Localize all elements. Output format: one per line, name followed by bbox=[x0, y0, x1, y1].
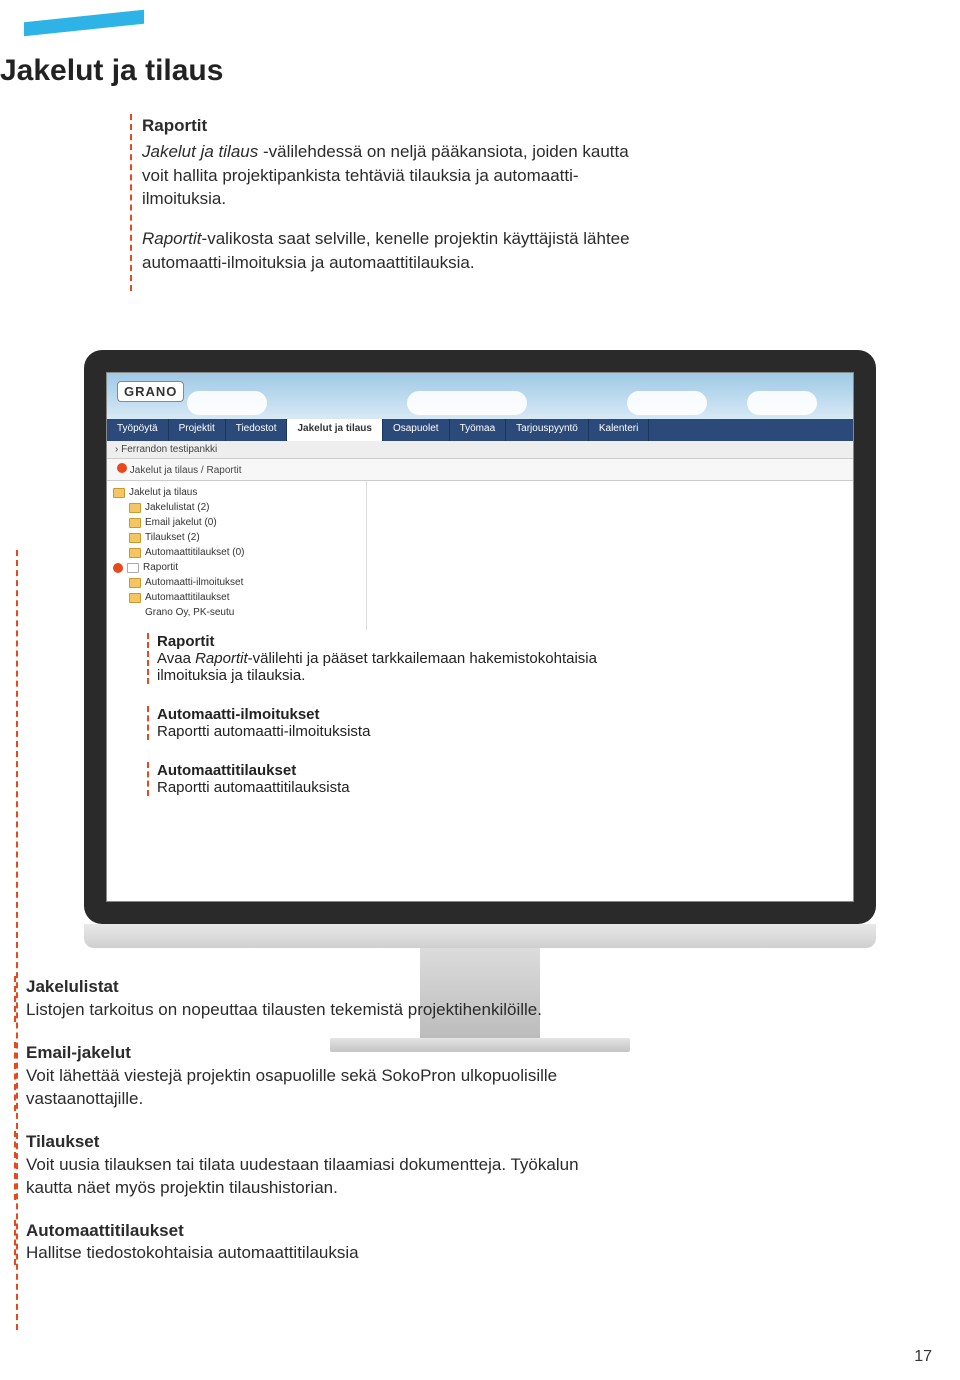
intro-p1: Jakelut ja tilaus -välilehdessä on neljä… bbox=[142, 140, 650, 211]
sec-text: Hallitse tiedostokohtaisia automaattitil… bbox=[26, 1242, 584, 1265]
tab-osapuolet[interactable]: Osapuolet bbox=[383, 419, 450, 441]
overlay-text: Avaa Raportit-välilehti ja pääset tarkka… bbox=[157, 650, 647, 684]
tree-label: Raportit bbox=[143, 562, 178, 573]
overlay-heading: Raportit bbox=[157, 633, 647, 650]
folder-icon bbox=[129, 548, 141, 558]
app-logo: GRANO bbox=[117, 381, 184, 402]
tree-item[interactable]: Automaattitilaukset (0) bbox=[113, 545, 366, 560]
tab-tiedostot[interactable]: Tiedostot bbox=[226, 419, 288, 441]
tab-jakelut[interactable]: Jakelut ja tilaus bbox=[287, 419, 382, 441]
cloud-decor bbox=[407, 391, 527, 415]
dashed-connector bbox=[16, 550, 18, 1330]
tree-raportit[interactable]: Raportit bbox=[113, 560, 366, 575]
monitor: GRANO Työpöytä Projektit Tiedostot Jakel… bbox=[84, 350, 876, 1052]
path-text: Jakelut ja tilaus / Raportit bbox=[130, 465, 242, 476]
overlay-em: Raportit bbox=[195, 650, 248, 667]
tab-tarjouspyynto[interactable]: Tarjouspyyntö bbox=[506, 419, 589, 441]
tree-root[interactable]: Jakelut ja tilaus bbox=[113, 485, 366, 500]
sec-text: Voit uusia tilauksen tai tilata uudestaa… bbox=[26, 1154, 584, 1200]
cloud-decor bbox=[187, 391, 267, 415]
overlay-b1: Raportit Avaa Raportit-välilehti ja pääs… bbox=[147, 633, 647, 684]
overlay-heading: Automaattitilaukset bbox=[157, 762, 647, 779]
tree-label: Jakelulistat (2) bbox=[145, 502, 209, 513]
sec-automaattitilaukset: Automaattitilaukset Hallitse tiedostokoh… bbox=[14, 1220, 584, 1266]
sec-text: Listojen tarkoitus on nopeuttaa tilauste… bbox=[26, 999, 584, 1022]
page-title: Jakelut ja tilaus bbox=[0, 54, 223, 88]
tree-item[interactable]: Tilaukset (2) bbox=[113, 530, 366, 545]
tab-tyomaa[interactable]: Työmaa bbox=[450, 419, 507, 441]
tree-label: Automaattitilaukset bbox=[145, 592, 230, 603]
overlay-notes: Raportit Avaa Raportit-välilehti ja pääs… bbox=[147, 633, 647, 818]
folder-icon bbox=[113, 488, 125, 498]
tree-label: Email jakelut (0) bbox=[145, 517, 217, 528]
tree-label: Automaatti-ilmoitukset bbox=[145, 577, 243, 588]
overlay-b3: Automaattitilaukset Raportti automaattit… bbox=[147, 762, 647, 796]
breadcrumb: › Ferrandon testipankki bbox=[107, 441, 853, 459]
intro-heading: Raportit bbox=[142, 114, 650, 138]
sec-heading: Jakelulistat bbox=[26, 976, 584, 999]
tree-label: Jakelut ja tilaus bbox=[129, 487, 197, 498]
accent-bar bbox=[24, 10, 144, 37]
tab-tyopoyta[interactable]: Työpöytä bbox=[107, 419, 169, 441]
sec-text: Voit lähettää viestejä projektin osapuol… bbox=[26, 1065, 584, 1111]
intro-p1-em: Jakelut ja tilaus bbox=[142, 142, 258, 161]
sec-tilaukset: Tilaukset Voit uusia tilauksen tai tilat… bbox=[14, 1131, 584, 1200]
overlay-text: Raportti automaattitilauksista bbox=[157, 779, 647, 796]
screen: GRANO Työpöytä Projektit Tiedostot Jakel… bbox=[106, 372, 854, 902]
sec-emailjakelut: Email-jakelut Voit lähettää viestejä pro… bbox=[14, 1042, 584, 1111]
sec-heading: Email-jakelut bbox=[26, 1042, 584, 1065]
cloud-decor bbox=[627, 391, 707, 415]
navbar: Työpöytä Projektit Tiedostot Jakelut ja … bbox=[107, 419, 853, 441]
folder-icon bbox=[129, 533, 141, 543]
monitor-bezel: GRANO Työpöytä Projektit Tiedostot Jakel… bbox=[84, 350, 876, 924]
tree-item[interactable]: Email jakelut (0) bbox=[113, 515, 366, 530]
tree-label: Automaattitilaukset (0) bbox=[145, 547, 245, 558]
sec-heading: Tilaukset bbox=[26, 1131, 584, 1154]
intro-p2: Raportit-valikosta saat selville, kenell… bbox=[142, 227, 650, 275]
bottom-sections: Jakelulistat Listojen tarkoitus on nopeu… bbox=[24, 976, 584, 1285]
sec-heading: Automaattitilaukset bbox=[26, 1220, 584, 1243]
page-number: 17 bbox=[914, 1348, 932, 1366]
folder-icon bbox=[129, 593, 141, 603]
tab-projektit[interactable]: Projektit bbox=[169, 419, 226, 441]
tree-label: Tilaukset (2) bbox=[145, 532, 200, 543]
path-bar: Jakelut ja tilaus / Raportit bbox=[107, 459, 853, 481]
folder-icon bbox=[129, 503, 141, 513]
monitor-base bbox=[84, 924, 876, 948]
cloud-decor bbox=[747, 391, 817, 415]
tree-label: Grano Oy, PK-seutu bbox=[145, 607, 234, 618]
nav-tree: Jakelut ja tilaus Jakelulistat (2) Email… bbox=[107, 481, 367, 630]
sec-jakelulistat: Jakelulistat Listojen tarkoitus on nopeu… bbox=[14, 976, 584, 1022]
intro-p2-rest: -valikosta saat selville, kenelle projek… bbox=[142, 229, 630, 272]
marker-icon bbox=[113, 563, 123, 573]
tree-item[interactable]: Automaatti-ilmoitukset bbox=[113, 575, 366, 590]
marker-icon bbox=[117, 463, 127, 473]
intro-p2-em: Raportit bbox=[142, 229, 202, 248]
overlay-b2: Automaatti-ilmoitukset Raportti automaat… bbox=[147, 706, 647, 740]
tab-kalenteri[interactable]: Kalenteri bbox=[589, 419, 649, 441]
folder-icon bbox=[129, 578, 141, 588]
app-header: GRANO bbox=[107, 373, 853, 419]
intro-block: Raportit Jakelut ja tilaus -välilehdessä… bbox=[130, 114, 650, 291]
folder-icon bbox=[127, 563, 139, 573]
overlay-text: Raportti automaatti-ilmoituksista bbox=[157, 723, 647, 740]
tree-footer[interactable]: Grano Oy, PK-seutu bbox=[113, 605, 366, 620]
overlay-heading: Automaatti-ilmoitukset bbox=[157, 706, 647, 723]
tree-item[interactable]: Automaattitilaukset bbox=[113, 590, 366, 605]
folder-icon bbox=[129, 518, 141, 528]
tree-item[interactable]: Jakelulistat (2) bbox=[113, 500, 366, 515]
